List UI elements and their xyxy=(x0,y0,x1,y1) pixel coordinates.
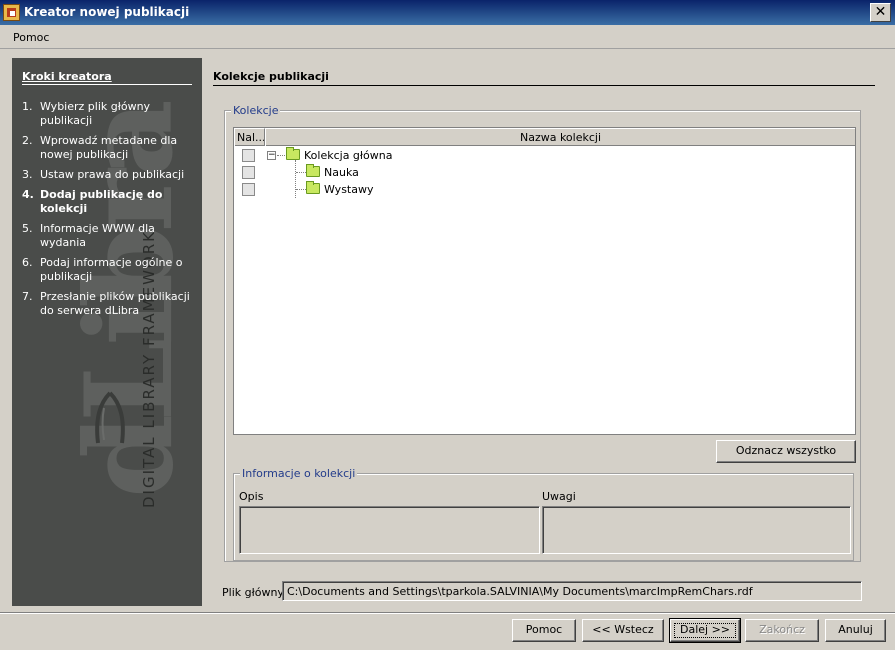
title-bar: Kreator nowej publikacji ✕ xyxy=(0,0,895,25)
column-header-name[interactable]: Nazwa kolekcji xyxy=(265,128,855,146)
notes-label: Uwagi xyxy=(542,490,576,503)
description-field[interactable] xyxy=(239,506,540,554)
notes-field[interactable] xyxy=(542,506,851,554)
book-icon xyxy=(95,391,125,444)
collections-group: Kolekcje Nal... Nazwa kolekcji − Kolekcj… xyxy=(224,104,861,562)
separator xyxy=(0,612,895,614)
step-7: 7. Przesłanie plików publikacji do serwer… xyxy=(22,290,190,317)
step-2: 2. Wprowadź metadane dla nowej publikacji xyxy=(22,134,178,161)
menu-help[interactable]: Pomoc xyxy=(13,31,49,44)
steps-list: 1. Wybierz plik główny publikacji 2. Wprow… xyxy=(22,100,194,324)
cancel-button[interactable]: Anuluj xyxy=(825,619,886,642)
wizard-steps-panel: dLibra DIGITAL LIBRARY FRAMEWORK Kroki k… xyxy=(12,58,202,606)
back-button[interactable]: << Wstecz xyxy=(582,619,664,642)
help-button[interactable]: Pomoc xyxy=(512,619,576,642)
menu-bar: Pomoc xyxy=(0,25,895,49)
collection-info-legend: Informacje o kolekcji xyxy=(240,467,358,480)
tree-row[interactable]: − Kolekcja główna xyxy=(234,147,855,164)
step-1: 1. Wybierz plik główny publikacji xyxy=(22,100,151,127)
step-content: Kolekcje publikacji Kolekcje Nal... Nazw… xyxy=(202,58,885,606)
description-label: Opis xyxy=(239,490,264,503)
collections-legend: Kolekcje xyxy=(231,104,281,117)
folder-icon xyxy=(306,181,320,194)
folder-icon xyxy=(306,164,320,177)
collection-name: Wystawy xyxy=(324,183,374,196)
collections-tree-table[interactable]: Nal... Nazwa kolekcji − Kolekcja główna … xyxy=(233,127,856,435)
tree-row[interactable]: Nauka xyxy=(234,164,855,181)
collection-name: Nauka xyxy=(324,166,359,179)
folder-icon xyxy=(286,147,300,160)
step-4-active: 4. Dodaj publikację do kolekcji xyxy=(22,188,163,215)
column-header-assigned[interactable]: Nal... xyxy=(234,128,265,146)
collection-checkbox[interactable] xyxy=(242,183,255,196)
collapse-toggle[interactable]: − xyxy=(267,151,276,160)
close-button[interactable]: ✕ xyxy=(870,3,891,22)
collection-checkbox[interactable] xyxy=(242,149,255,162)
finish-button[interactable]: Zakończ xyxy=(745,619,819,642)
main-file-field[interactable]: C:\Documents and Settings\tparkola.SALVI… xyxy=(282,581,862,601)
table-header: Nal... Nazwa kolekcji xyxy=(234,128,855,146)
deselect-all-button[interactable]: Odznacz wszystko xyxy=(716,440,856,463)
collection-checkbox[interactable] xyxy=(242,166,255,179)
next-button[interactable]: Dalej >> xyxy=(669,618,741,643)
step-3: 3. Ustaw prawa do publikacji xyxy=(22,168,185,181)
section-title: Kolekcje publikacji xyxy=(213,70,875,86)
collection-name: Kolekcja główna xyxy=(304,149,393,162)
step-5: 5. Informacje WWW dla wydania xyxy=(22,222,155,249)
app-icon xyxy=(3,4,20,21)
main-file-label: Plik główny xyxy=(222,586,284,599)
collection-info-group: Informacje o kolekcji Opis Uwagi xyxy=(233,467,854,561)
steps-heading: Kroki kreatora xyxy=(22,70,192,85)
tree-row[interactable]: Wystawy xyxy=(234,181,855,198)
window-title: Kreator nowej publikacji xyxy=(24,5,190,19)
step-6: 6. Podaj informacje ogólne o publikacji xyxy=(22,256,183,283)
